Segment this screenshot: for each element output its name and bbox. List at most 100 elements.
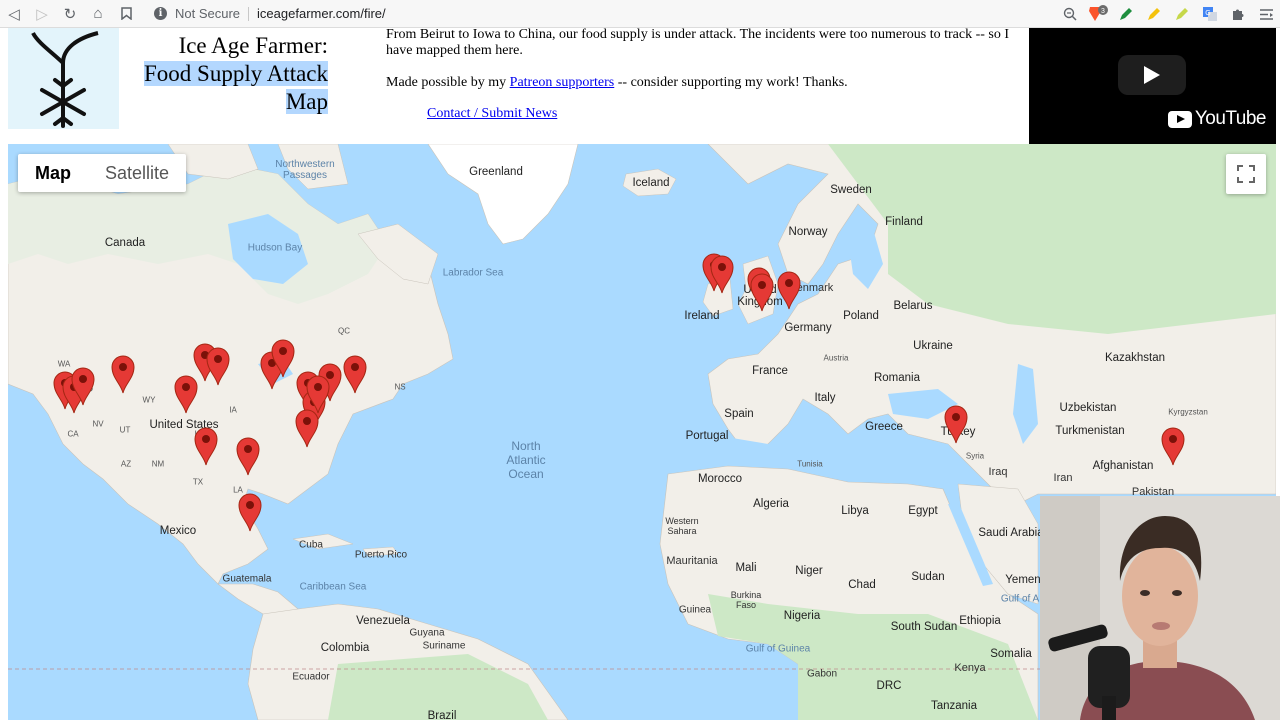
support-suffix: -- consider supporting my work! Thanks. xyxy=(614,75,848,90)
marker-extension-icon[interactable] xyxy=(1168,0,1196,28)
highlighter-extension-icon[interactable] xyxy=(1140,0,1168,28)
incident-marker[interactable] xyxy=(235,436,261,476)
incident-marker[interactable] xyxy=(342,354,368,394)
label-sweden: Sweden xyxy=(830,184,872,196)
label-syria: Syria xyxy=(965,451,985,461)
label-finland: Finland xyxy=(885,216,923,228)
label-libya: Libya xyxy=(841,505,869,517)
label-gulf-of-aden: Gulf of A xyxy=(1000,593,1040,605)
label-ireland: Ireland xyxy=(684,310,720,322)
label-italy: Italy xyxy=(814,392,836,404)
label-egypt: Egypt xyxy=(908,505,938,517)
title-line-1: Ice Age Farmer: xyxy=(178,33,328,58)
label-kyrgyzstan: Kyrgyzstan xyxy=(1168,407,1208,417)
label-algeria: Algeria xyxy=(753,498,789,510)
incident-marker[interactable] xyxy=(270,338,296,378)
label-south-sudan: South Sudan xyxy=(890,621,958,633)
site-logo[interactable] xyxy=(8,28,119,129)
label-guyana: Guyana xyxy=(409,627,445,639)
label-poland: Poland xyxy=(843,310,879,322)
incident-marker[interactable] xyxy=(193,426,219,466)
label-nv: NV xyxy=(92,419,104,429)
label-northwestern-passages: Northwestern Passages xyxy=(275,159,335,181)
url-text[interactable]: iceagefarmer.com/fire/ xyxy=(257,6,386,21)
label-western-sahara: Western Sahara xyxy=(665,516,699,536)
label-tunisia: Tunisia xyxy=(797,459,823,469)
contact-link[interactable]: Contact / Submit News xyxy=(427,106,557,122)
play-button[interactable] xyxy=(1118,55,1186,95)
label-niger: Niger xyxy=(795,565,823,577)
play-icon xyxy=(1144,66,1160,84)
bookmark-icon[interactable] xyxy=(112,0,140,28)
label-saudi-arabia: Saudi Arabia xyxy=(978,527,1044,539)
translate-icon[interactable]: G xyxy=(1196,0,1224,28)
puzzle-extensions-icon[interactable] xyxy=(1224,0,1252,28)
incident-marker[interactable] xyxy=(205,346,231,386)
label-sudan: Sudan xyxy=(911,571,945,583)
label-morocco: Morocco xyxy=(697,473,743,485)
label-ethiopia: Ethiopia xyxy=(959,615,1001,627)
label-iran: Iran xyxy=(1053,472,1073,484)
reload-icon[interactable]: ↻ xyxy=(56,0,84,28)
fullscreen-icon xyxy=(1237,165,1255,183)
label-ut: UT xyxy=(119,425,131,435)
label-tanzania: Tanzania xyxy=(930,700,978,712)
label-ca: CA xyxy=(67,429,79,439)
forward-icon[interactable]: ▷ xyxy=(28,0,56,28)
label-mauritania: Mauritania xyxy=(666,555,718,567)
zoom-icon[interactable] xyxy=(1056,0,1084,28)
youtube-logo[interactable]: YouTube xyxy=(1167,108,1267,130)
info-icon[interactable]: i xyxy=(154,7,167,20)
label-qc: QC xyxy=(338,326,350,336)
label-spain: Spain xyxy=(724,408,754,420)
label-france: France xyxy=(752,365,788,377)
label-ukraine: Ukraine xyxy=(913,340,953,352)
site-title: Ice Age Farmer: Food Supply Attack Map xyxy=(128,32,328,116)
map-type-satellite[interactable]: Satellite xyxy=(88,154,186,192)
label-north-atlantic-ocean: North Atlantic Ocean xyxy=(506,439,546,481)
label-belarus: Belarus xyxy=(893,300,933,312)
fullscreen-button[interactable] xyxy=(1226,154,1266,194)
security-status: Not Secure xyxy=(175,6,241,21)
label-norway: Norway xyxy=(788,226,828,238)
incident-marker[interactable] xyxy=(749,272,775,312)
label-turkmenistan: Turkmenistan xyxy=(1055,425,1125,437)
brave-shield-icon[interactable]: 3 xyxy=(1084,0,1112,28)
map-type-control: Map Satellite xyxy=(18,154,187,192)
incident-marker[interactable] xyxy=(305,374,331,414)
label-iraq: Iraq xyxy=(988,466,1008,478)
incident-marker[interactable] xyxy=(237,492,263,532)
incident-marker[interactable] xyxy=(709,254,735,294)
incident-marker[interactable] xyxy=(70,366,96,406)
browser-toolbar: ◁ ▷ ↻ ⌂ i Not Secure iceagefarmer.com/fi… xyxy=(0,0,1280,28)
label-portugal: Portugal xyxy=(685,430,729,442)
label-drc: DRC xyxy=(876,680,902,692)
label-chad: Chad xyxy=(848,579,876,591)
incident-marker[interactable] xyxy=(776,270,802,310)
address-bar[interactable]: i Not Secure iceagefarmer.com/fire/ xyxy=(154,0,386,28)
label-labrador-sea: Labrador Sea xyxy=(442,267,504,279)
reading-list-icon[interactable] xyxy=(1252,0,1280,28)
home-icon[interactable]: ⌂ xyxy=(84,0,112,28)
label-venezuela: Venezuela xyxy=(356,615,410,627)
pen-extension-icon[interactable] xyxy=(1112,0,1140,28)
label-ia: IA xyxy=(229,405,237,415)
video-embed[interactable]: YouTube xyxy=(1029,28,1276,144)
label-iceland: Iceland xyxy=(632,177,670,189)
label-suriname: Suriname xyxy=(422,640,466,652)
incident-marker[interactable] xyxy=(943,404,969,444)
back-icon[interactable]: ◁ xyxy=(0,0,28,28)
label-nm: NM xyxy=(151,459,165,469)
incident-marker[interactable] xyxy=(1160,426,1186,466)
intro-text-block: From Beirut to Iowa to China, our food s… xyxy=(386,27,1016,107)
label-germany: Germany xyxy=(784,322,832,334)
label-wy: WY xyxy=(142,395,156,405)
toolbar-extensions: 3 G xyxy=(1056,0,1280,28)
map-type-map[interactable]: Map xyxy=(18,154,88,192)
label-guinea: Guinea xyxy=(678,604,712,616)
patreon-link[interactable]: Patreon supporters xyxy=(510,75,615,90)
incident-marker[interactable] xyxy=(110,354,136,394)
label-austria: Austria xyxy=(823,353,849,363)
title-line-2: Food Supply Attack xyxy=(143,61,328,86)
label-wa: WA xyxy=(57,359,71,369)
